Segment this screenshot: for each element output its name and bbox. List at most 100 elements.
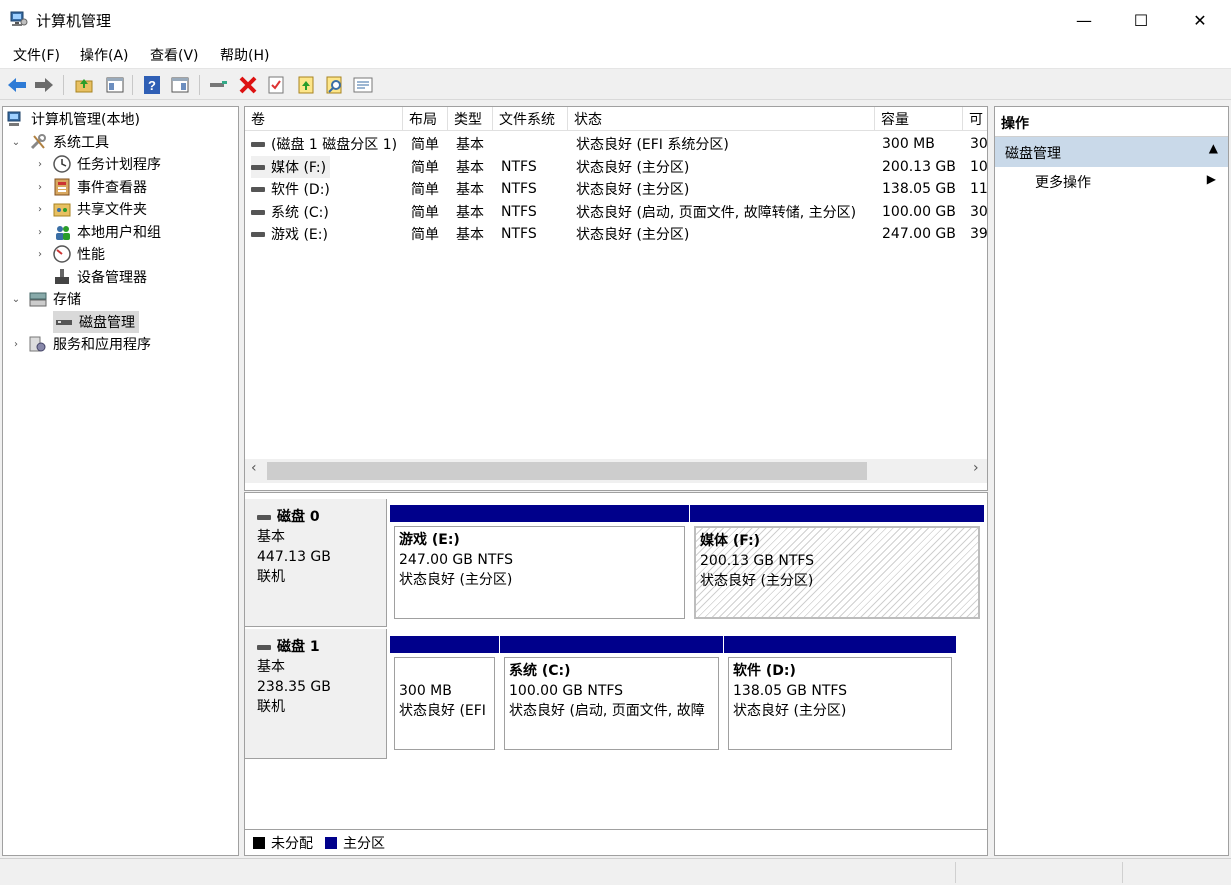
partition-status: 状态良好 (EFI [399,703,486,719]
chevron-right-icon[interactable]: › [33,249,47,260]
tree-item-shared-folders[interactable]: › 共享文件夹 [33,198,147,220]
chevron-down-icon[interactable]: ⌄ [9,137,23,148]
chevron-right-icon[interactable]: › [33,227,47,238]
chevron-right-icon[interactable]: › [33,159,47,170]
column-header-capacity[interactable]: 容量 [875,107,963,131]
partition-d[interactable]: 软件 (D:) 138.05 GB NTFS 状态良好 (主分区) [724,636,956,754]
svg-text:?: ? [148,78,156,93]
drive-icon [251,186,265,192]
horizontal-scrollbar[interactable]: ‹ › [245,459,987,483]
legend-label-unallocated: 未分配 [271,835,313,852]
status-cell: 状态良好 (主分区) [576,160,690,176]
disk-1-info[interactable]: 磁盘 1 基本 238.35 GB 联机 [245,629,387,759]
drive-icon [251,141,265,147]
menu-action[interactable]: 操作(A) [80,45,129,65]
column-header-layout[interactable]: 布局 [403,107,448,131]
chevron-right-icon[interactable]: › [9,339,23,350]
legend: 未分配 主分区 [245,829,987,855]
tree-label: 事件查看器 [77,180,147,196]
device-manager-icon [53,268,71,286]
actions-header: 操作 [995,107,1228,137]
partition-efi[interactable]: 300 MB 状态良好 (EFI [390,636,499,754]
partition-f[interactable]: 媒体 (F:) 200.13 GB NTFS 状态良好 (主分区) [690,505,984,623]
up-folder-icon[interactable] [74,75,94,95]
menu-file[interactable]: 文件(F) [13,45,60,65]
capacity-cell: 200.13 GB [882,159,956,175]
storage-icon [29,290,47,308]
tree-item-device-manager[interactable]: 设备管理器 [47,266,147,288]
layout-cell: 简单 [411,227,439,243]
maximize-button[interactable]: ☐ [1118,0,1164,40]
disk-size: 238.35 GB [257,679,331,695]
menu-view[interactable]: 查看(V) [150,45,199,65]
more-actions-item[interactable]: 更多操作 ▶ [995,169,1228,195]
tree-item-storage[interactable]: ⌄ 存储 [9,288,81,310]
scroll-left-icon[interactable]: ‹ [251,460,257,476]
performance-icon [53,245,71,263]
partition-size: 300 MB [399,683,452,699]
partition-label [399,661,490,681]
status-cell: 状态良好 (主分区) [576,182,690,198]
type-cell: 基本 [456,182,484,198]
chevron-right-icon[interactable]: › [33,204,47,215]
capacity-cell: 300 MB [882,136,935,152]
forward-icon[interactable] [34,75,54,95]
tree-item-performance[interactable]: › 性能 [33,243,105,265]
layout-cell: 简单 [411,137,439,153]
column-header-type[interactable]: 类型 [448,107,493,131]
layout-cell: 简单 [411,160,439,176]
status-cell: 状态良好 (EFI 系统分区) [576,137,729,153]
show-tree-icon[interactable] [105,75,125,95]
tree-item-root[interactable]: 计算机管理(本地) [7,108,140,130]
toolbar-separator [199,75,200,95]
delete-icon[interactable] [238,75,258,95]
disk-0-info[interactable]: 磁盘 0 基本 447.13 GB 联机 [245,499,387,627]
drive-icon [251,209,265,215]
list-icon[interactable] [353,75,373,95]
column-header-filesystem[interactable]: 文件系统 [493,107,568,131]
scrollbar-thumb[interactable] [267,462,867,480]
collapse-icon[interactable]: ▲ [1209,141,1218,155]
chevron-down-icon[interactable]: ⌄ [9,294,23,305]
tree-item-local-users[interactable]: › 本地用户和组 [33,221,161,243]
layout-cell: 简单 [411,205,439,221]
connect-icon[interactable] [208,75,228,95]
minimize-button[interactable]: — [1061,0,1107,40]
properties-icon[interactable] [266,75,286,95]
free-cell: 39 [970,226,988,242]
tree-item-task-scheduler[interactable]: › 任务计划程序 [33,153,161,175]
status-bar [0,858,1231,885]
free-cell: 10 [970,159,988,175]
type-cell: 基本 [456,160,484,176]
chevron-right-icon[interactable]: › [33,182,47,193]
column-header-status[interactable]: 状态 [568,107,875,131]
close-button[interactable]: ✕ [1177,0,1223,40]
search-icon[interactable] [325,75,345,95]
legend-swatch-unallocated [253,836,265,849]
tree-item-disk-management[interactable]: 磁盘管理 [53,311,139,333]
tree-item-system-tools[interactable]: ⌄ 系统工具 [9,131,109,153]
toolbar-separator [132,75,133,95]
open-icon[interactable] [296,75,316,95]
show-pane-icon[interactable] [170,75,190,95]
partition-bar [500,636,723,653]
menu-help[interactable]: 帮助(H) [220,45,269,65]
help-icon[interactable]: ? [142,75,162,95]
actions-group-disk-management[interactable]: 磁盘管理 ▲ [995,137,1228,167]
partition-c[interactable]: 系统 (C:) 100.00 GB NTFS 状态良好 (启动, 页面文件, 故… [500,636,723,754]
type-cell: 基本 [456,227,484,243]
tree-item-event-viewer[interactable]: › 事件查看器 [33,176,147,198]
back-icon[interactable] [7,75,27,95]
toolbar: ? [0,68,1231,100]
column-header-volume[interactable]: 卷 [245,107,403,131]
capacity-cell: 138.05 GB [882,181,956,197]
partition-label: 系统 (C:) [509,663,571,679]
status-cell: 状态良好 (主分区) [576,227,690,243]
users-icon [53,223,71,241]
partition-e[interactable]: 游戏 (E:) 247.00 GB NTFS 状态良好 (主分区) [390,505,689,623]
partition-size: 138.05 GB NTFS [733,683,848,699]
tree-item-services[interactable]: › 服务和应用程序 [9,333,151,355]
column-header-free[interactable]: 可 [963,107,987,131]
scroll-right-icon[interactable]: › [973,460,979,476]
maximize-icon: ☐ [1133,10,1149,30]
